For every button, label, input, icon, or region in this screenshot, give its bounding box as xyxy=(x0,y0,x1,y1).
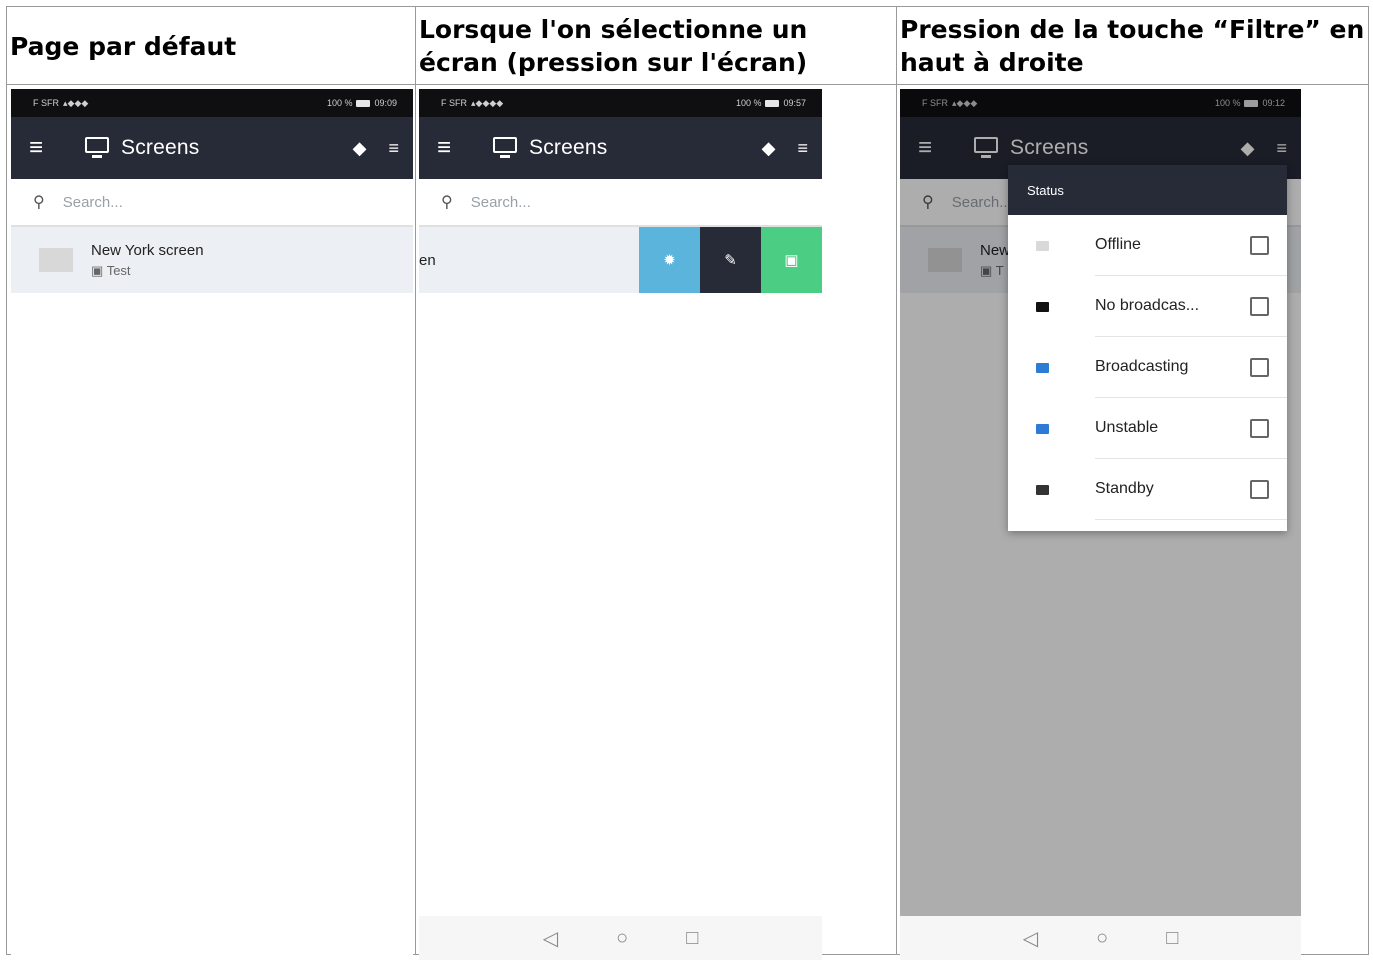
search-bar[interactable]: ⚲ Search... xyxy=(11,179,413,227)
header-default-page: Page par défaut xyxy=(6,6,416,85)
home-icon[interactable]: ○ xyxy=(616,927,628,950)
screen-name-fragment: en xyxy=(419,251,436,269)
checkbox[interactable] xyxy=(1250,419,1269,438)
search-icon: ⚲ xyxy=(33,194,45,211)
status-bar: F SFR ▴◆◆◆ 100 % 09:09 xyxy=(11,89,413,117)
android-nav-bar: ◁ ○ □ xyxy=(419,916,822,960)
clock: 09:57 xyxy=(783,98,806,108)
battery-icon xyxy=(765,99,780,107)
checkbox[interactable] xyxy=(1250,358,1269,377)
filter-option-offline[interactable]: Offline xyxy=(1008,215,1287,276)
checkbox[interactable] xyxy=(1250,236,1269,255)
filter-option-standby[interactable]: Standby xyxy=(1008,459,1287,520)
edit-button[interactable]: ✎ xyxy=(700,227,761,293)
status-filter-menu: Status Offline No broadcas... Broadcasti… xyxy=(1008,165,1287,531)
header-filter-press: Pression de la touche “Filtre” en haut à… xyxy=(896,6,1369,85)
tag-icon[interactable]: ◆ xyxy=(353,138,367,159)
search-placeholder: Search... xyxy=(62,193,123,211)
screen-thumbnail xyxy=(39,248,73,272)
clock: 09:09 xyxy=(374,98,397,108)
gear-icon: ✹ xyxy=(663,252,676,269)
monitor-icon xyxy=(493,137,517,159)
monitor-icon xyxy=(1036,484,1049,495)
battery-label: 100 % xyxy=(735,98,762,108)
filter-option-broadcasting[interactable]: Broadcasting xyxy=(1008,337,1287,398)
signal-icon: ▴◆◆◆ xyxy=(63,97,89,108)
monitor-icon xyxy=(1036,423,1049,434)
checkbox[interactable] xyxy=(1250,480,1269,499)
tag-icon[interactable]: ◆ xyxy=(762,138,776,159)
carrier-label: F SFR xyxy=(441,98,467,108)
home-icon[interactable]: ○ xyxy=(1096,927,1108,950)
image-icon: ▣ xyxy=(784,252,799,269)
menu-icon[interactable]: ≡ xyxy=(437,134,467,162)
cell-filter: F SFR ▴◆◆◆ 100 % 09:12 ≡ Screens ◆ ≡ ⚲ Sea… xyxy=(896,84,1369,960)
battery-icon xyxy=(356,99,371,107)
app-bar: ≡ Screens ◆ ≡ xyxy=(419,117,822,179)
monitor-icon xyxy=(1036,362,1049,373)
monitor-icon xyxy=(1036,301,1049,312)
monitor-icon xyxy=(85,137,109,159)
recents-icon[interactable]: □ xyxy=(686,927,698,950)
signal-icon: ▴◆◆◆◆ xyxy=(471,97,504,108)
search-bar[interactable]: ⚲ Search... xyxy=(419,179,822,227)
screen-name: New York screen xyxy=(91,241,204,259)
back-icon[interactable]: ◁ xyxy=(543,926,558,951)
battery-label: 100 % xyxy=(326,98,353,108)
image-icon: ▣ xyxy=(91,262,104,278)
recents-icon[interactable]: □ xyxy=(1166,927,1178,950)
search-placeholder: Search... xyxy=(470,193,531,211)
carrier-label: F SFR xyxy=(33,98,59,108)
app-title: Screens xyxy=(121,136,200,159)
image-button[interactable]: ▣ xyxy=(761,227,822,293)
search-icon: ⚲ xyxy=(441,194,453,211)
status-bar: F SFR ▴◆◆◆◆ 100 % 09:57 xyxy=(419,89,822,117)
menu-icon[interactable]: ≡ xyxy=(29,134,59,162)
monitor-icon xyxy=(1036,240,1049,251)
filter-icon[interactable]: ≡ xyxy=(797,138,808,159)
comparison-table: Page par défaut Lorsque l'on sélectionne… xyxy=(6,6,1369,960)
screen-list-item[interactable]: New York screen ▣ Test xyxy=(11,227,413,293)
filter-option-no-broadcast[interactable]: No broadcas... xyxy=(1008,276,1287,337)
pencil-icon: ✎ xyxy=(724,252,737,269)
screen-list-item-swiped[interactable]: en ✹ ✎ ▣ xyxy=(419,227,822,293)
phone-selected: F SFR ▴◆◆◆◆ 100 % 09:57 ≡ Screens ◆ ≡ ⚲ Se… xyxy=(419,89,822,960)
app-title: Screens xyxy=(529,136,608,159)
header-select-screen: Lorsque l'on sélectionne un écran (press… xyxy=(415,6,897,85)
filter-option-unstable[interactable]: Unstable xyxy=(1008,398,1287,459)
checkbox[interactable] xyxy=(1250,297,1269,316)
row-actions: ✹ ✎ ▣ xyxy=(639,227,822,293)
settings-button[interactable]: ✹ xyxy=(639,227,700,293)
screen-group: Test xyxy=(106,262,131,278)
cell-default: F SFR ▴◆◆◆ 100 % 09:09 ≡ Screens ◆ ≡ ⚲ Sea… xyxy=(6,84,416,960)
phone-default: F SFR ▴◆◆◆ 100 % 09:09 ≡ Screens ◆ ≡ ⚲ Sea… xyxy=(11,89,413,960)
cell-selected: F SFR ▴◆◆◆◆ 100 % 09:57 ≡ Screens ◆ ≡ ⚲ Se… xyxy=(415,84,897,960)
android-nav-bar: ◁ ○ □ xyxy=(900,916,1301,960)
app-bar: ≡ Screens ◆ ≡ xyxy=(11,117,413,179)
filter-menu-header: Status xyxy=(1008,165,1287,215)
filter-icon[interactable]: ≡ xyxy=(388,138,399,159)
phone-filter: F SFR ▴◆◆◆ 100 % 09:12 ≡ Screens ◆ ≡ ⚲ Sea… xyxy=(900,89,1301,960)
back-icon[interactable]: ◁ xyxy=(1023,926,1038,951)
